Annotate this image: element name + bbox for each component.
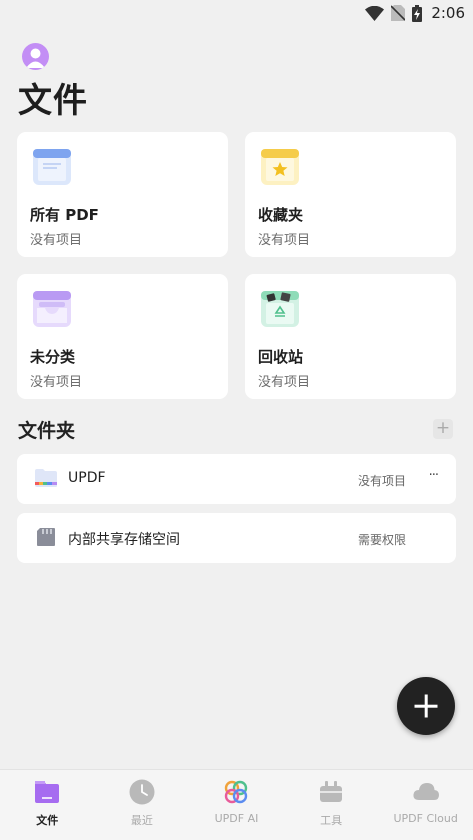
folder-name: 内部共享存储空间 xyxy=(68,532,180,548)
uncategorized-tray-icon xyxy=(33,291,71,327)
card-recycle-bin[interactable]: 回收站 没有项目 xyxy=(245,274,456,399)
card-subtitle: 没有项目 xyxy=(258,233,311,248)
nav-item-tools[interactable]: 工具 xyxy=(284,770,379,840)
card-favorites[interactable]: 收藏夹 没有项目 xyxy=(245,132,456,257)
nav-label: UPDF AI xyxy=(214,812,259,825)
folders-section-title: 文件夹 xyxy=(18,420,76,442)
page-title: 文件 xyxy=(18,81,88,121)
more-options-button[interactable]: ··· xyxy=(429,468,439,483)
ai-icon xyxy=(225,780,248,804)
sd-card-icon xyxy=(37,528,55,546)
nav-label: UPDF Cloud xyxy=(393,812,458,825)
files-icon xyxy=(35,781,60,803)
folder-row-updf[interactable]: UPDF 没有项目 ··· xyxy=(17,454,456,504)
add-folder-button[interactable]: + xyxy=(433,419,453,439)
user-icon xyxy=(26,48,45,68)
folder-status: 没有项目 xyxy=(357,474,406,488)
nav-item-files[interactable]: 文件 xyxy=(0,770,95,840)
nav-label: 文件 xyxy=(36,814,59,827)
add-button[interactable] xyxy=(397,677,455,735)
card-all-pdf[interactable]: 所有 PDF 没有项目 xyxy=(17,132,228,257)
nav-item-ai[interactable]: UPDF AI xyxy=(189,770,284,840)
toolbox-icon xyxy=(320,781,343,802)
card-uncategorized[interactable]: 未分类 没有项目 xyxy=(17,274,228,399)
nav-label: 最近 xyxy=(130,814,153,827)
all-pdf-icon xyxy=(33,149,71,185)
folder-name: UPDF xyxy=(68,470,106,486)
bottom-nav: 文件 最近 UPDF AI 工具 UPDF Cloud xyxy=(0,769,473,840)
card-subtitle: 没有项目 xyxy=(30,233,83,248)
favorites-star-icon xyxy=(261,149,299,185)
folder-icon xyxy=(35,469,57,487)
recycle-bin-icon xyxy=(261,291,299,327)
cloud-icon xyxy=(413,783,439,800)
card-title: 收藏夹 xyxy=(258,206,304,224)
card-title: 所有 PDF xyxy=(30,206,99,224)
folder-status: 需要权限 xyxy=(357,533,406,547)
card-title: 未分类 xyxy=(30,348,76,366)
status-time: 2:06 xyxy=(431,4,465,22)
card-subtitle: 没有项目 xyxy=(30,375,83,390)
card-subtitle: 没有项目 xyxy=(258,375,311,390)
avatar[interactable] xyxy=(22,43,49,70)
nav-item-recent[interactable]: 最近 xyxy=(95,770,190,840)
clock-icon xyxy=(129,779,155,805)
folder-row-internal-storage[interactable]: 内部共享存储空间 需要权限 xyxy=(17,513,456,563)
nav-item-cloud[interactable]: UPDF Cloud xyxy=(378,770,473,840)
card-title: 回收站 xyxy=(258,348,304,366)
battery-charging-icon xyxy=(412,4,423,22)
nav-label: 工具 xyxy=(320,814,343,827)
status-bar: 2:06 xyxy=(0,0,473,26)
wifi-icon xyxy=(365,5,385,21)
no-sim-icon xyxy=(391,5,406,21)
